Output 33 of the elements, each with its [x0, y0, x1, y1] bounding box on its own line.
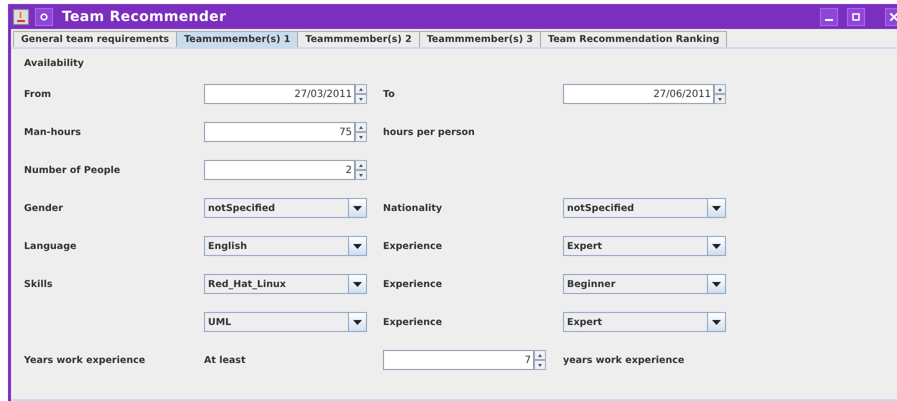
spinner-field[interactable]: 27/06/2011: [563, 84, 714, 104]
field-label: Experience: [383, 240, 444, 252]
dropdown[interactable]: Red_Hat_Linux: [204, 274, 367, 294]
dropdown[interactable]: notSpecified: [563, 198, 726, 218]
tab[interactable]: Team Recommendation Ranking: [540, 31, 728, 47]
field-label: Gender: [24, 202, 64, 214]
dropdown[interactable]: English: [204, 236, 367, 256]
section-title: Availability: [24, 58, 85, 69]
field-label: hours per person: [383, 126, 476, 138]
tab[interactable]: Teammmember(s) 1: [176, 31, 298, 47]
field-label: Years work experience: [24, 354, 146, 366]
tab[interactable]: General team requirements: [13, 31, 178, 47]
dropdown[interactable]: Expert: [563, 312, 726, 332]
field-label: years work experience: [563, 354, 686, 366]
window-title: Team Recommender: [62, 8, 226, 24]
spinner-field[interactable]: 27/03/2011: [204, 84, 355, 104]
spinner-field[interactable]: 75: [204, 122, 355, 142]
field-label: Nationality: [383, 202, 444, 214]
field-label: To: [383, 88, 396, 100]
dropdown[interactable]: Beginner: [563, 274, 726, 294]
field-label: Skills: [24, 278, 54, 290]
dropdown[interactable]: UML: [204, 312, 367, 332]
field-label: From: [24, 88, 52, 100]
field-label: Experience: [383, 278, 444, 290]
field-label: Number of People: [24, 164, 122, 176]
field-label: Experience: [383, 316, 444, 328]
dropdown[interactable]: Expert: [563, 236, 726, 256]
spinner-field[interactable]: 7: [383, 350, 534, 370]
field-label: Language: [24, 240, 78, 252]
field-label: Man-hours: [24, 126, 82, 138]
spinner-field[interactable]: 2: [204, 160, 355, 180]
dropdown[interactable]: notSpecified: [204, 198, 367, 218]
field-label: At least: [204, 354, 247, 366]
